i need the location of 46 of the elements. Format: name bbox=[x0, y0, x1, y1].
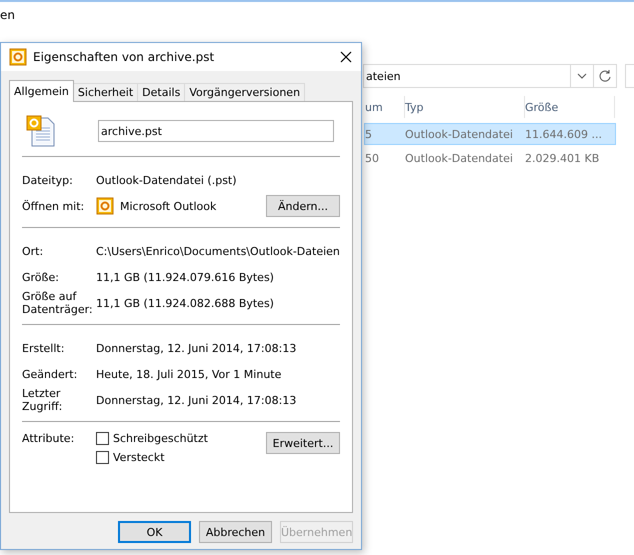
field-value: Heute, 18. Juli 2015, Vor 1 Minute bbox=[96, 368, 282, 380]
field-label: Erstellt: bbox=[22, 342, 66, 354]
dialog-button[interactable]: Abbrechen bbox=[199, 521, 272, 543]
table-cell-text: 2.029.401 KB bbox=[525, 152, 600, 164]
table-cell-text: 5 bbox=[365, 128, 373, 140]
table-cell-text: Outlook-Datendatei bbox=[405, 152, 514, 164]
change-button[interactable]: Ändern... bbox=[266, 195, 340, 217]
dialog-title: Eigenschaften von archive.pst bbox=[33, 50, 216, 64]
field-value: Donnerstag, 12. Juni 2014, 17:08:13 bbox=[96, 394, 296, 406]
checkbox[interactable] bbox=[96, 451, 109, 464]
address-text: ateien bbox=[365, 70, 402, 82]
outlook-icon bbox=[96, 197, 114, 215]
field-label: Geändert: bbox=[22, 368, 78, 380]
field-label: Öffnen mit: bbox=[22, 200, 86, 212]
table-cell-text: Outlook-Datendatei bbox=[405, 128, 514, 140]
field-label: Letzter Zugriff: bbox=[22, 387, 64, 413]
field-value: C:\Users\Enrico\Documents\Outlook-Dateien bbox=[96, 244, 340, 258]
outlook-icon bbox=[9, 48, 27, 66]
field-label: Ort: bbox=[22, 244, 44, 258]
checkbox[interactable] bbox=[96, 432, 109, 445]
field-value: Microsoft Outlook bbox=[120, 200, 216, 212]
field-label: Dateityp: bbox=[22, 174, 74, 186]
file-name-field[interactable]: archive.pst bbox=[98, 120, 334, 142]
field-value: 11,1 GB (11.924.082.688 Bytes) bbox=[96, 296, 274, 310]
checkbox-label: Versteckt bbox=[113, 451, 165, 464]
address-bar[interactable]: ateien bbox=[363, 64, 617, 88]
file-row[interactable]: 50 Outlook-Datendatei 2.029.401 KB bbox=[365, 148, 615, 168]
table-cell-text: 11.644.609 ... bbox=[525, 128, 603, 140]
tab[interactable]: Allgemein bbox=[9, 80, 74, 102]
field-value: Outlook-Datendatei (.pst) bbox=[96, 174, 237, 186]
field-value: 11,1 GB (11.924.079.616 Bytes) bbox=[96, 270, 274, 284]
tab[interactable]: Vorgängerversionen bbox=[184, 83, 306, 101]
table-cell-text: 50 bbox=[365, 152, 380, 164]
checkbox-label: Schreibgeschützt bbox=[113, 432, 208, 445]
file-row[interactable]: 5 Outlook-Datendatei 11.644.609 ... bbox=[365, 124, 615, 144]
column-header[interactable]: Größe bbox=[525, 96, 615, 118]
field-label: Größe auf Datenträger: bbox=[22, 290, 94, 316]
field-label: Attribute: bbox=[22, 432, 76, 445]
dialog-button[interactable]: OK bbox=[118, 521, 191, 543]
advanced-button[interactable]: Erweitert... bbox=[266, 432, 340, 454]
column-header[interactable]: Typ bbox=[405, 96, 525, 118]
search-field[interactable] bbox=[625, 64, 634, 88]
field-label: Größe: bbox=[22, 270, 60, 284]
field-value: Donnerstag, 12. Juni 2014, 17:08:13 bbox=[96, 342, 296, 354]
column-header[interactable]: um bbox=[365, 96, 405, 118]
window-title: en bbox=[0, 8, 15, 22]
